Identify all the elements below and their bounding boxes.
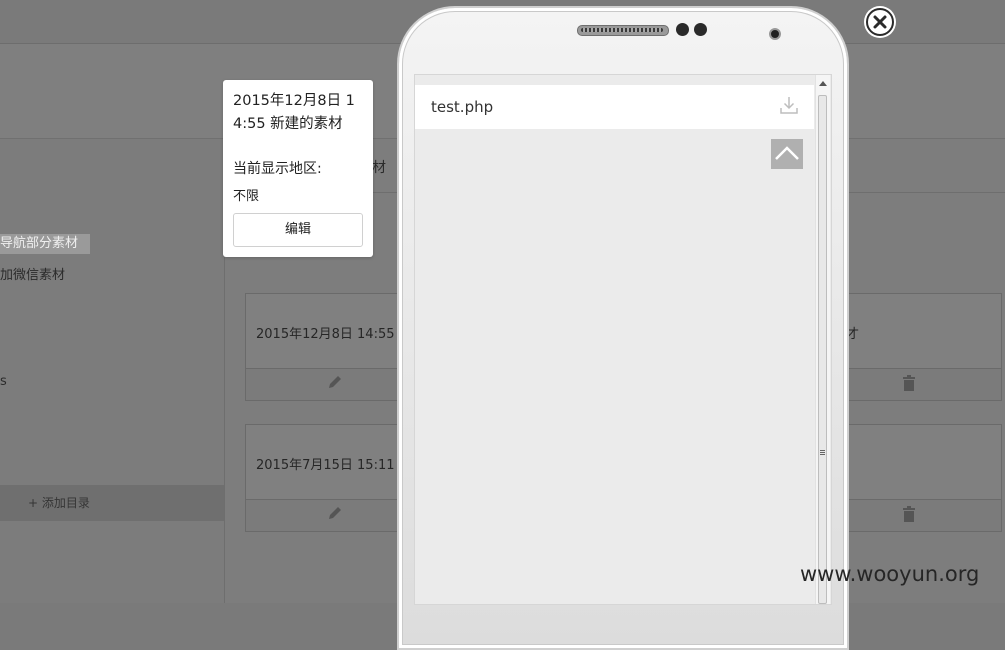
- file-name: test.php: [431, 98, 494, 116]
- phone-sensor: [676, 23, 689, 36]
- material-card-1-date: 2015年12月8日 14:55: [256, 327, 395, 342]
- back-to-top-button[interactable]: [771, 139, 803, 169]
- close-button[interactable]: [866, 8, 894, 36]
- popover-title: 2015年12月8日 14:55 新建的素材: [233, 93, 355, 132]
- scroll-grip-icon: [820, 450, 825, 456]
- close-icon: [873, 15, 887, 29]
- pencil-icon[interactable]: [327, 505, 343, 525]
- sidebar-item-nav-material[interactable]: 导航部分素材: [0, 234, 90, 254]
- pencil-icon[interactable]: [327, 374, 343, 394]
- add-directory-button[interactable]: + 添加目录: [28, 494, 90, 511]
- trash-icon[interactable]: [902, 506, 916, 526]
- region-value: 不限: [233, 189, 260, 204]
- edit-button[interactable]: 编辑: [233, 213, 363, 247]
- download-icon[interactable]: [779, 95, 799, 115]
- phone-camera: [769, 28, 781, 40]
- sidebar-item-fragment: s: [0, 374, 7, 389]
- material-heading-fragment: 材: [372, 160, 386, 176]
- phone-sensor: [694, 23, 707, 36]
- chevron-up-icon: [775, 146, 799, 160]
- material-card-2-date: 2015年7月15日 15:11: [256, 458, 395, 473]
- scrollbar-thumb[interactable]: [818, 95, 827, 604]
- sidebar-item-wechat-material[interactable]: 加微信素材: [0, 264, 65, 283]
- background-sidebar: [0, 139, 225, 603]
- material-info-popover: 2015年12月8日 14:55 新建的素材 当前显示地区: 不限 编辑: [223, 80, 373, 257]
- file-list-item[interactable]: test.php: [415, 85, 814, 129]
- scrollbar[interactable]: [815, 75, 830, 604]
- region-label: 当前显示地区:: [233, 161, 322, 177]
- trash-icon[interactable]: [902, 375, 916, 395]
- scroll-up-arrow[interactable]: [819, 81, 827, 86]
- watermark: www.wooyun.org: [800, 562, 980, 586]
- phone-speaker: [577, 25, 669, 36]
- phone-screen: test.php: [414, 74, 832, 605]
